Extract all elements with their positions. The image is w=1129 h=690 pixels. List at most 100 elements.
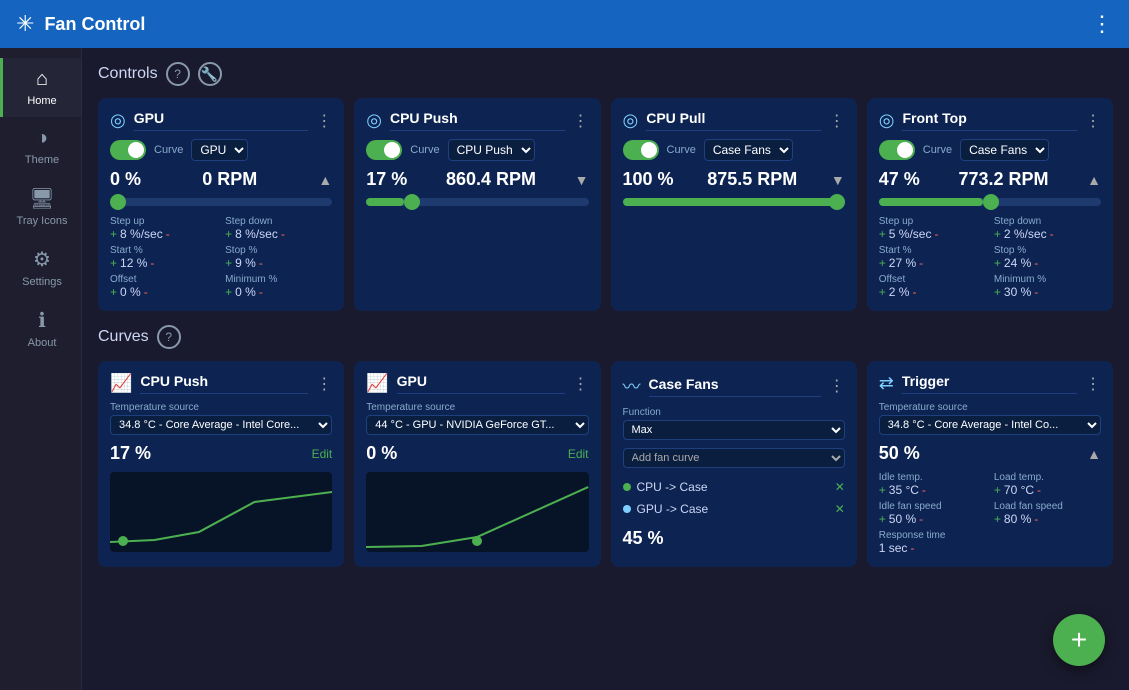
curves-title: Curves — [98, 328, 149, 346]
cpu-push-slider[interactable] — [366, 198, 588, 206]
add-fab-button[interactable]: + — [1053, 614, 1105, 666]
gpu-temp-select[interactable]: 44 °C - GPU - NVIDIA GeForce GT... — [366, 415, 588, 435]
ft-start-plus[interactable]: + — [879, 257, 886, 269]
ft-step-down-label: Step down — [994, 216, 1101, 227]
gpu-offset-minus[interactable]: - — [144, 286, 148, 298]
ft-start-val: 27 % — [889, 256, 916, 270]
cpu-pull-card-title: CPU Pull — [646, 110, 821, 131]
ft-offset-minus[interactable]: - — [912, 286, 916, 298]
fan-curve-cpu-remove[interactable]: ✕ — [835, 480, 845, 494]
ft-step-up-plus[interactable]: + — [879, 228, 886, 240]
gpu-edit-button[interactable]: Edit — [568, 447, 589, 461]
gpu-start-plus[interactable]: + — [110, 257, 117, 269]
front-top-slider[interactable] — [879, 198, 1101, 206]
header-menu-button[interactable]: ⋮ — [1091, 11, 1113, 37]
cpu-push-card-title: CPU Push — [390, 110, 565, 131]
ft-start-minus[interactable]: - — [919, 257, 923, 269]
ft-step-down-minus[interactable]: - — [1050, 228, 1054, 240]
add-fan-curve-select[interactable]: Add fan curve — [623, 448, 845, 468]
trig-response-val: 1 sec — [879, 541, 908, 555]
trig-response-minus[interactable]: - — [910, 542, 914, 554]
cpu-pull-card-menu[interactable]: ⋮ — [829, 111, 845, 131]
trig-idle-temp-plus[interactable]: + — [879, 484, 886, 496]
gpu-curve-menu[interactable]: ⋮ — [573, 374, 589, 394]
cpu-case-dot — [623, 483, 631, 491]
gpu-minimum-minus[interactable]: - — [259, 286, 263, 298]
sidebar-item-theme[interactable]: ◑ Theme — [0, 117, 81, 176]
front-top-card-title: Front Top — [902, 110, 1077, 131]
gpu-step-down-plus[interactable]: + — [225, 228, 232, 240]
case-fans-function-select[interactable]: Max — [623, 420, 845, 440]
trig-idle-fan-plus[interactable]: + — [879, 513, 886, 525]
curve-card-gpu: 📈 GPU ⋮ Temperature source 44 °C - GPU -… — [354, 361, 600, 567]
trigger-temp-select[interactable]: 34.8 °C - Core Average - Intel Co... — [879, 415, 1101, 435]
gpu-case-dot — [623, 505, 631, 513]
front-top-rpm-row: 47 % 773.2 RPM ▲ — [879, 169, 1101, 190]
cpu-push-curve-select[interactable]: CPU Push — [448, 139, 535, 161]
cpu-push-curve-menu[interactable]: ⋮ — [316, 374, 332, 394]
app-title: Fan Control — [44, 14, 145, 35]
cpu-push-card-menu[interactable]: ⋮ — [573, 111, 589, 131]
trig-load-fan-plus[interactable]: + — [994, 513, 1001, 525]
gpu-curve-select[interactable]: GPU — [191, 139, 248, 161]
controls-wrench-button[interactable]: 🔧 — [198, 62, 222, 86]
ft-offset-plus[interactable]: + — [879, 286, 886, 298]
sidebar-item-tray-icons[interactable]: 🖥 Tray Icons — [0, 176, 81, 237]
trigger-temp-label: Temperature source — [879, 402, 1101, 413]
trig-response-label: Response time — [879, 530, 1101, 541]
trig-load-fan-label: Load fan speed — [994, 501, 1101, 512]
home-icon: ⌂ — [36, 68, 48, 91]
ft-stop-minus[interactable]: - — [1034, 257, 1038, 269]
trig-idle-fan-minus[interactable]: - — [919, 513, 923, 525]
cpu-pull-slider[interactable] — [623, 198, 845, 206]
front-top-toggle[interactable] — [879, 140, 915, 160]
ft-minimum-minus[interactable]: - — [1034, 286, 1038, 298]
sidebar-item-home[interactable]: ⌂ Home — [0, 58, 81, 117]
cpu-pull-toggle[interactable] — [623, 140, 659, 160]
control-card-cpu-pull: ◎ CPU Pull ⋮ Curve Case Fans 100 % 875.5… — [611, 98, 857, 311]
ft-minimum-plus[interactable]: + — [994, 286, 1001, 298]
cpu-push-temp-select[interactable]: 34.8 °C - Core Average - Intel Core... — [110, 415, 332, 435]
ft-stop-label: Stop % — [994, 245, 1101, 256]
front-top-curve-select[interactable]: Case Fans — [960, 139, 1049, 161]
front-top-card-menu[interactable]: ⋮ — [1085, 111, 1101, 131]
ft-stop-plus[interactable]: + — [994, 257, 1001, 269]
trig-idle-temp-val: 35 °C — [889, 483, 919, 497]
cpu-pull-curve-select[interactable]: Case Fans — [704, 139, 793, 161]
front-top-card-header: ◎ Front Top ⋮ — [879, 110, 1101, 131]
gpu-start-minus[interactable]: - — [150, 257, 154, 269]
main-content: Controls ? 🔧 ◎ GPU ⋮ Curve GPU 0 % — [82, 48, 1129, 690]
curve-card-case-fans: 〰 Case Fans ⋮ Function Max Add fan curve… — [611, 361, 857, 567]
gpu-slider[interactable] — [110, 198, 332, 206]
trig-idle-temp-minus[interactable]: - — [922, 484, 926, 496]
sidebar-item-settings[interactable]: ⚙ Settings — [0, 237, 81, 298]
ft-step-down-plus[interactable]: + — [994, 228, 1001, 240]
controls-help-button[interactable]: ? — [166, 62, 190, 86]
trig-load-fan-minus[interactable]: - — [1034, 513, 1038, 525]
gpu-stop-plus[interactable]: + — [225, 257, 232, 269]
gpu-step-up-plus[interactable]: + — [110, 228, 117, 240]
trig-load-temp-minus[interactable]: - — [1037, 484, 1041, 496]
case-fans-curve-icon: 〰 — [623, 373, 641, 399]
fan-curve-gpu-remove[interactable]: ✕ — [835, 502, 845, 516]
ft-step-up-minus[interactable]: - — [934, 228, 938, 240]
trig-load-temp-plus[interactable]: + — [994, 484, 1001, 496]
trig-load-temp-label: Load temp. — [994, 472, 1101, 483]
cpu-push-edit-button[interactable]: Edit — [312, 447, 333, 461]
gpu-offset-val: 0 % — [120, 285, 141, 299]
gpu-step-down-minus[interactable]: - — [281, 228, 285, 240]
curves-help-button[interactable]: ? — [157, 325, 181, 349]
gpu-step-up-minus[interactable]: - — [166, 228, 170, 240]
sidebar-item-about[interactable]: ℹ About — [0, 298, 81, 359]
gpu-toggle[interactable] — [110, 140, 146, 160]
gpu-stop-minus[interactable]: - — [259, 257, 263, 269]
gpu-minimum-plus[interactable]: + — [225, 286, 232, 298]
case-fans-curve-menu[interactable]: ⋮ — [829, 376, 845, 396]
cpu-pull-card-icon: ◎ — [623, 110, 639, 131]
trigger-curve-menu[interactable]: ⋮ — [1085, 374, 1101, 394]
gpu-offset-plus[interactable]: + — [110, 286, 117, 298]
gpu-stop-val: 9 % — [235, 256, 256, 270]
app-logo-icon: ✳ — [16, 11, 34, 37]
gpu-card-menu[interactable]: ⋮ — [316, 111, 332, 131]
cpu-push-toggle[interactable] — [366, 140, 402, 160]
